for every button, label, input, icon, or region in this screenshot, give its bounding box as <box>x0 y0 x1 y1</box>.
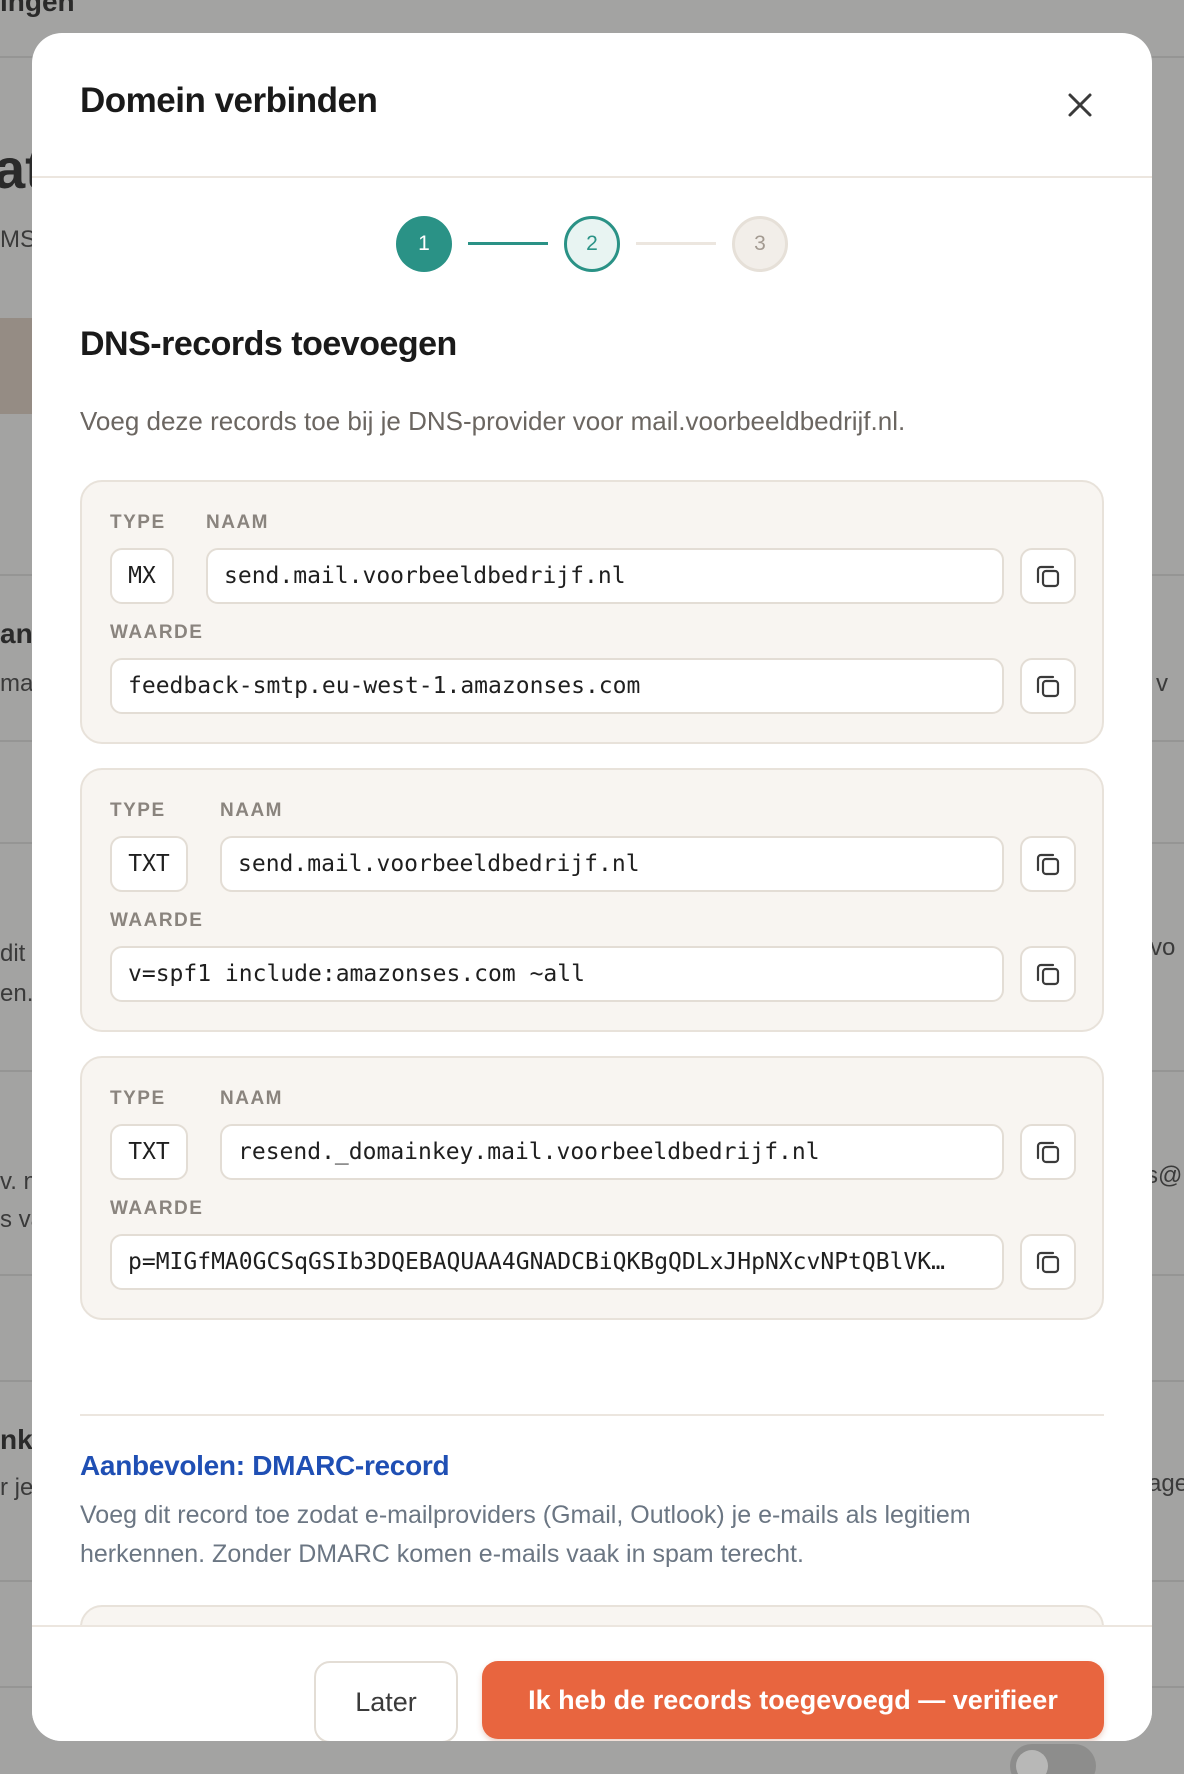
dmarc-record-card <box>80 1605 1104 1625</box>
bg-text: ma <box>0 670 34 697</box>
record-name-field[interactable]: resend._domainkey.mail.voorbeeldbedrijf.… <box>220 1124 1004 1180</box>
connect-domain-dialog: Domein verbinden 1 2 3 DNS-records toevo… <box>32 33 1152 1741</box>
bg-text: r je <box>0 1474 34 1501</box>
dmarc-description: Voeg dit record toe zodat e-mailprovider… <box>80 1501 971 1568</box>
step-1-complete: 1 <box>396 216 452 272</box>
copy-name-button[interactable] <box>1020 548 1076 604</box>
bg-text: dit <box>0 940 26 967</box>
record-name-field[interactable]: send.mail.voorbeeldbedrijf.nl <box>206 548 1004 604</box>
dialog-header: Domein verbinden <box>32 33 1152 178</box>
copy-name-button[interactable] <box>1020 1124 1076 1180</box>
bg-text: en. <box>0 980 34 1007</box>
copy-name-button[interactable] <box>1020 836 1076 892</box>
record-type-field: TXT <box>110 1124 188 1180</box>
bg-text: nk <box>0 1424 33 1455</box>
copy-icon <box>1036 963 1060 986</box>
value-label: WAARDE <box>110 622 204 643</box>
step-connector-complete <box>468 242 548 245</box>
type-label: TYPE <box>110 800 166 821</box>
section-description: Voeg deze records toe bij je DNS-provide… <box>80 406 906 436</box>
copy-icon <box>1036 565 1060 588</box>
bg-toggle <box>1010 1744 1096 1774</box>
record-value-field[interactable]: v=spf1 include:amazonses.com ~all <box>110 946 1004 1002</box>
verify-button[interactable]: Ik heb de records toegevoegd — verifieer <box>482 1661 1104 1739</box>
record-type-field: MX <box>110 548 174 604</box>
step-3-pending: 3 <box>732 216 788 272</box>
dns-record-card: TYPE NAAM TXT resend._domainkey.mail.voo… <box>80 1056 1104 1320</box>
copy-icon <box>1036 1251 1060 1274</box>
copy-icon <box>1036 675 1060 698</box>
close-button[interactable] <box>1060 85 1100 125</box>
step-2-current: 2 <box>564 216 620 272</box>
copy-value-button[interactable] <box>1020 658 1076 714</box>
section-title: DNS-records toevoegen <box>80 325 457 363</box>
dmarc-title: Aanbevolen: DMARC-record <box>80 1450 450 1481</box>
bg-text: ingen <box>0 0 75 17</box>
record-name-field[interactable]: send.mail.voorbeeldbedrijf.nl <box>220 836 1004 892</box>
dns-record-card: TYPE NAAM TXT send.mail.voorbeeldbedrijf… <box>80 768 1104 1032</box>
dns-record-card: TYPE NAAM MX send.mail.voorbeeldbedrijf.… <box>80 480 1104 744</box>
copy-icon <box>1036 1141 1060 1164</box>
value-label: WAARDE <box>110 910 204 931</box>
bg-text: vo <box>1150 934 1176 961</box>
dialog-footer: Later Ik heb de records toegevoegd — ver… <box>32 1625 1152 1741</box>
name-label: NAAM <box>206 512 269 533</box>
stepper: 1 2 3 <box>32 216 1152 272</box>
copy-icon <box>1036 853 1060 876</box>
close-icon <box>1068 93 1092 117</box>
name-label: NAAM <box>220 800 283 821</box>
copy-value-button[interactable] <box>1020 946 1076 1002</box>
section-divider <box>80 1414 1104 1416</box>
bg-text: age <box>1148 1470 1184 1497</box>
later-button[interactable]: Later <box>314 1661 458 1741</box>
type-label: TYPE <box>110 512 166 533</box>
name-label: NAAM <box>220 1088 283 1109</box>
copy-value-button[interactable] <box>1020 1234 1076 1290</box>
record-value-field[interactable]: feedback-smtp.eu-west-1.amazonses.com <box>110 658 1004 714</box>
value-label: WAARDE <box>110 1198 204 1219</box>
dialog-body[interactable]: 1 2 3 DNS-records toevoegen Voeg deze re… <box>32 180 1152 1625</box>
record-value-text: p=MIGfMA0GCSqGSIb3DQEBAQUAA4GNADCBiQKBgQ… <box>128 1249 945 1275</box>
record-type-field: TXT <box>110 836 188 892</box>
step-connector-pending <box>636 242 716 245</box>
dialog-title: Domein verbinden <box>80 81 378 120</box>
record-value-field[interactable]: p=MIGfMA0GCSqGSIb3DQEBAQUAA4GNADCBiQKBgQ… <box>110 1234 1004 1290</box>
type-label: TYPE <box>110 1088 166 1109</box>
